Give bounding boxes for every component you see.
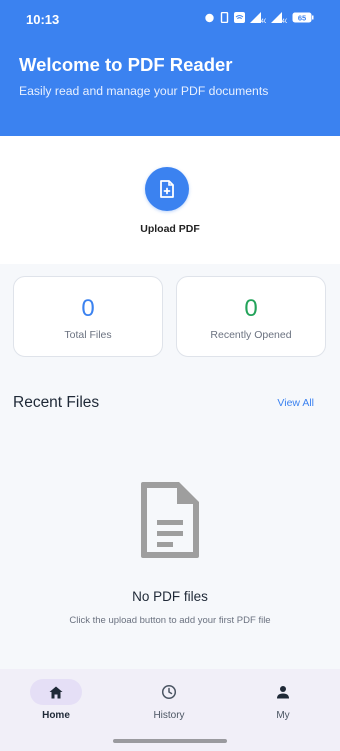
total-files-count: 0 <box>81 295 95 322</box>
nav-home-indicator <box>30 679 82 705</box>
nav-label-my: My <box>276 710 290 721</box>
page-subtitle: Easily read and manage your PDF document… <box>19 84 269 98</box>
status-time: 10:13 <box>26 12 60 27</box>
upload-label[interactable]: Upload PDF <box>0 223 340 235</box>
app-header: 10:13 4G 4G 65 Welcome to PDF Reader Eas… <box>0 0 340 136</box>
svg-text:65: 65 <box>298 13 306 22</box>
file-plus-icon <box>160 180 174 198</box>
empty-state-description: Click the upload button to add your firs… <box>69 615 271 626</box>
nav-history-indicator <box>143 679 195 705</box>
nav-item-history[interactable]: History <box>129 679 209 721</box>
alarm-icon <box>205 13 214 23</box>
recently-opened-label: Recently Opened <box>210 329 292 341</box>
nav-label-home: Home <box>42 710 70 721</box>
recently-opened-count: 0 <box>244 295 258 322</box>
nav-item-home[interactable]: Home <box>16 679 96 721</box>
svg-text:4G: 4G <box>261 19 267 23</box>
nav-item-my[interactable]: My <box>243 679 323 721</box>
nav-my-indicator <box>257 679 309 705</box>
empty-state-title: No PDF files <box>132 589 208 604</box>
recently-opened-card: 0 Recently Opened <box>176 276 326 357</box>
svg-text:4G: 4G <box>282 19 288 23</box>
status-icons: 4G 4G 65 <box>204 12 314 23</box>
vibrate-icon <box>220 12 229 23</box>
total-files-label: Total Files <box>64 329 112 341</box>
battery-icon: 65 <box>292 12 314 23</box>
status-bar: 10:13 4G 4G 65 <box>0 0 340 38</box>
view-all-link[interactable]: View All <box>277 397 314 409</box>
gesture-handle[interactable] <box>113 739 227 743</box>
history-icon <box>161 684 177 700</box>
person-icon <box>277 686 289 699</box>
total-files-card: 0 Total Files <box>13 276 163 357</box>
signal-icon: 4G <box>271 12 287 23</box>
nav-label-history: History <box>153 710 185 721</box>
document-icon <box>141 482 199 558</box>
recent-files-title: Recent Files <box>13 394 100 411</box>
upload-section: Upload PDF <box>0 136 340 264</box>
home-icon <box>49 686 63 698</box>
upload-pdf-button[interactable] <box>145 167 189 211</box>
page-title: Welcome to PDF Reader <box>19 54 233 75</box>
signal-icon: 4G <box>250 12 266 23</box>
wifi-icon <box>234 12 245 23</box>
